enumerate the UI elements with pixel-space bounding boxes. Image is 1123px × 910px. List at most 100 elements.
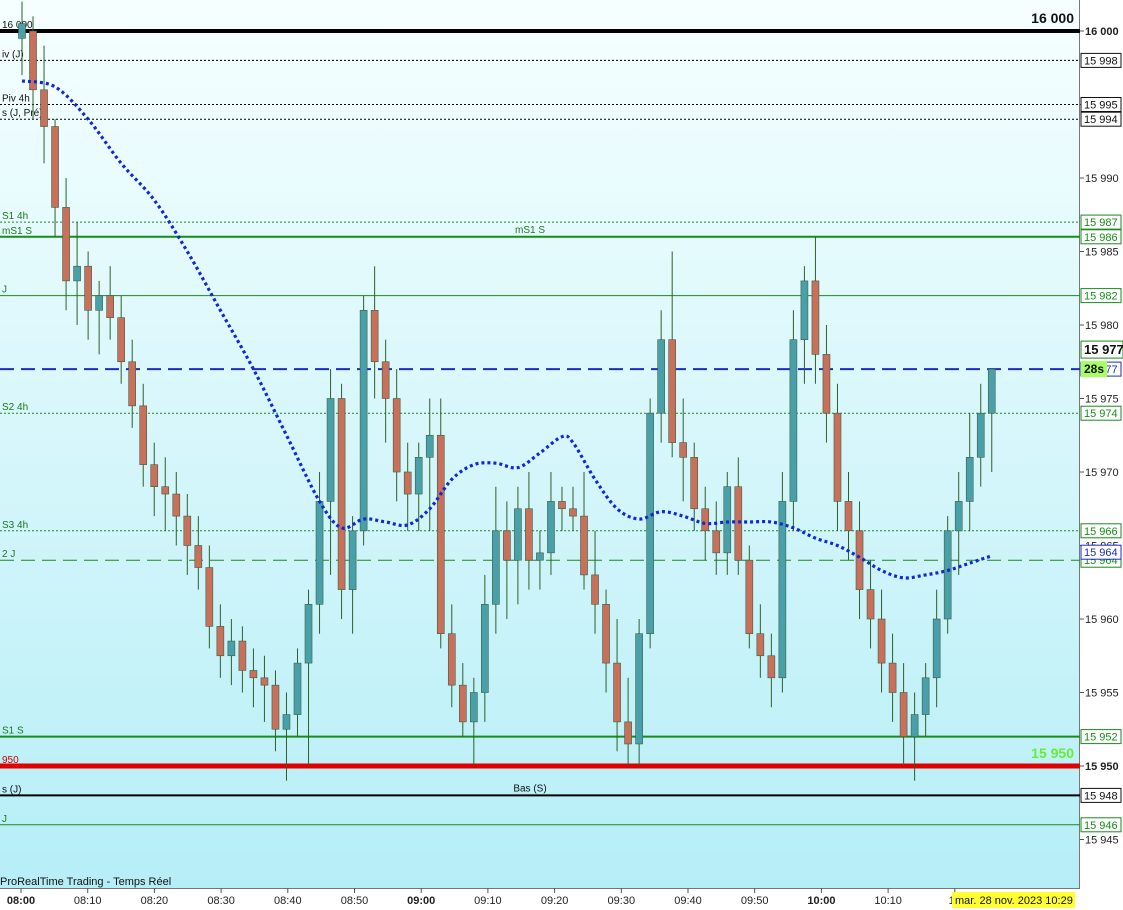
level-label: J [2, 814, 7, 825]
candle-down [569, 508, 577, 517]
candle-down [888, 662, 897, 693]
candle-up [414, 456, 423, 495]
candle-up [723, 486, 732, 554]
y-tick-label: 15 955 [1085, 688, 1119, 700]
candle-up [73, 265, 81, 282]
candle-down [436, 434, 445, 634]
candle-up [547, 501, 555, 554]
level-label: Piv 4h [2, 94, 30, 105]
candle-up [326, 398, 335, 502]
candle-down [183, 515, 192, 546]
x-tick-label: 09:00 [407, 895, 435, 907]
candle-down [205, 567, 214, 627]
candle-down [139, 405, 148, 465]
candle-down [591, 574, 599, 605]
candle-down [668, 339, 676, 443]
level-big-label: 15 950 [1031, 745, 1074, 761]
plot-background [0, 0, 1080, 888]
chart-svg[interactable]: 16 000 16 000 iv (J) Piv 4h s (J, Pré) S1 4h m… [0, 0, 1123, 910]
candle-down [260, 677, 269, 686]
x-tick-label: 10:00 [807, 895, 835, 907]
candle-up [778, 501, 787, 679]
date-stamp: mar. 28 nov. 2023 10:29 [955, 895, 1073, 907]
candle-down [128, 361, 136, 407]
candle-up [95, 295, 103, 311]
candle-down [403, 471, 412, 495]
level-badge: 15 946 [1084, 820, 1118, 832]
candle-up [954, 501, 963, 532]
y-tick-label: 15 980 [1085, 320, 1119, 332]
candle-up [348, 530, 357, 590]
candle-down [624, 721, 632, 745]
candle-down [833, 412, 842, 502]
level-badge: 15 995 [1084, 100, 1118, 112]
candle-down [877, 618, 886, 664]
level-badge: 15 986 [1084, 232, 1118, 244]
candle-down [558, 501, 566, 510]
candle-down [811, 280, 820, 355]
countdown-label: 28s [1084, 362, 1104, 376]
candle-down [381, 361, 390, 399]
y-axis-panel [1080, 0, 1123, 888]
price-chart[interactable]: 16 000 16 000 iv (J) Piv 4h s (J, Pré) S1 4h m… [0, 0, 1123, 910]
x-tick-label: 08:40 [274, 895, 302, 907]
candle-up [987, 368, 996, 414]
candle-down [701, 508, 710, 532]
level-badge: 15 994 [1084, 114, 1118, 126]
candle-down [525, 508, 533, 561]
level-badge: 15 974 [1084, 408, 1118, 420]
candle-down [458, 684, 467, 723]
candle-up [293, 662, 302, 715]
candle-down [51, 126, 59, 208]
y-tick-label: 15 985 [1085, 247, 1119, 259]
level-label: 950 [2, 755, 19, 766]
candle-down [712, 530, 721, 554]
candle-down [756, 633, 765, 657]
candle-up [470, 692, 478, 723]
candle-down [392, 398, 401, 473]
level-label: S1 S [2, 726, 24, 737]
level-label: 16 000 [2, 20, 33, 31]
level-label: S1 4h [2, 211, 28, 222]
level-label: s (J) [2, 784, 21, 795]
y-tick-label: 15 975 [1085, 394, 1119, 406]
y-tick-label: 15 945 [1085, 835, 1119, 847]
candle-up [921, 677, 930, 715]
candle-up [282, 714, 291, 730]
y-tick-label: 15 990 [1085, 173, 1119, 185]
x-tick-label: 09:20 [541, 895, 569, 907]
candle-down [238, 640, 247, 671]
candle-up [481, 603, 489, 693]
candle-down [613, 662, 621, 723]
candle-up [943, 530, 952, 620]
candle-down [679, 442, 688, 458]
candle-up [965, 456, 974, 502]
x-tick-label: 08:50 [341, 895, 369, 907]
candle-down [370, 309, 379, 363]
candle-up [635, 633, 643, 745]
candle-down [690, 456, 699, 510]
y-tick-label: 15 970 [1085, 467, 1119, 479]
candle-up [932, 618, 941, 679]
candle-down [161, 486, 170, 495]
level-label: S2 4h [2, 402, 28, 413]
candle-down [580, 515, 588, 576]
x-tick-label: 08:30 [207, 895, 235, 907]
level-badge: 15 987 [1084, 217, 1118, 229]
candle-up [800, 280, 809, 340]
candle-up [536, 552, 544, 561]
candle-down [172, 493, 181, 517]
level-label: 2 J [2, 549, 15, 560]
level-badge: 15 998 [1084, 55, 1118, 67]
y-tick-label: 15 950 [1085, 761, 1119, 773]
candle-down [62, 207, 70, 282]
candle-up [227, 640, 236, 657]
level-label: s (J, Pré) [2, 108, 43, 119]
candle-down [866, 589, 875, 620]
current-price-label: 15 977 [1084, 342, 1123, 357]
candle-up [976, 412, 985, 458]
candle-up [910, 714, 919, 737]
level-label: iv (J) [2, 49, 24, 60]
level-extra-label: Bas (S) [513, 783, 546, 794]
level-badge: 15 948 [1084, 790, 1118, 802]
